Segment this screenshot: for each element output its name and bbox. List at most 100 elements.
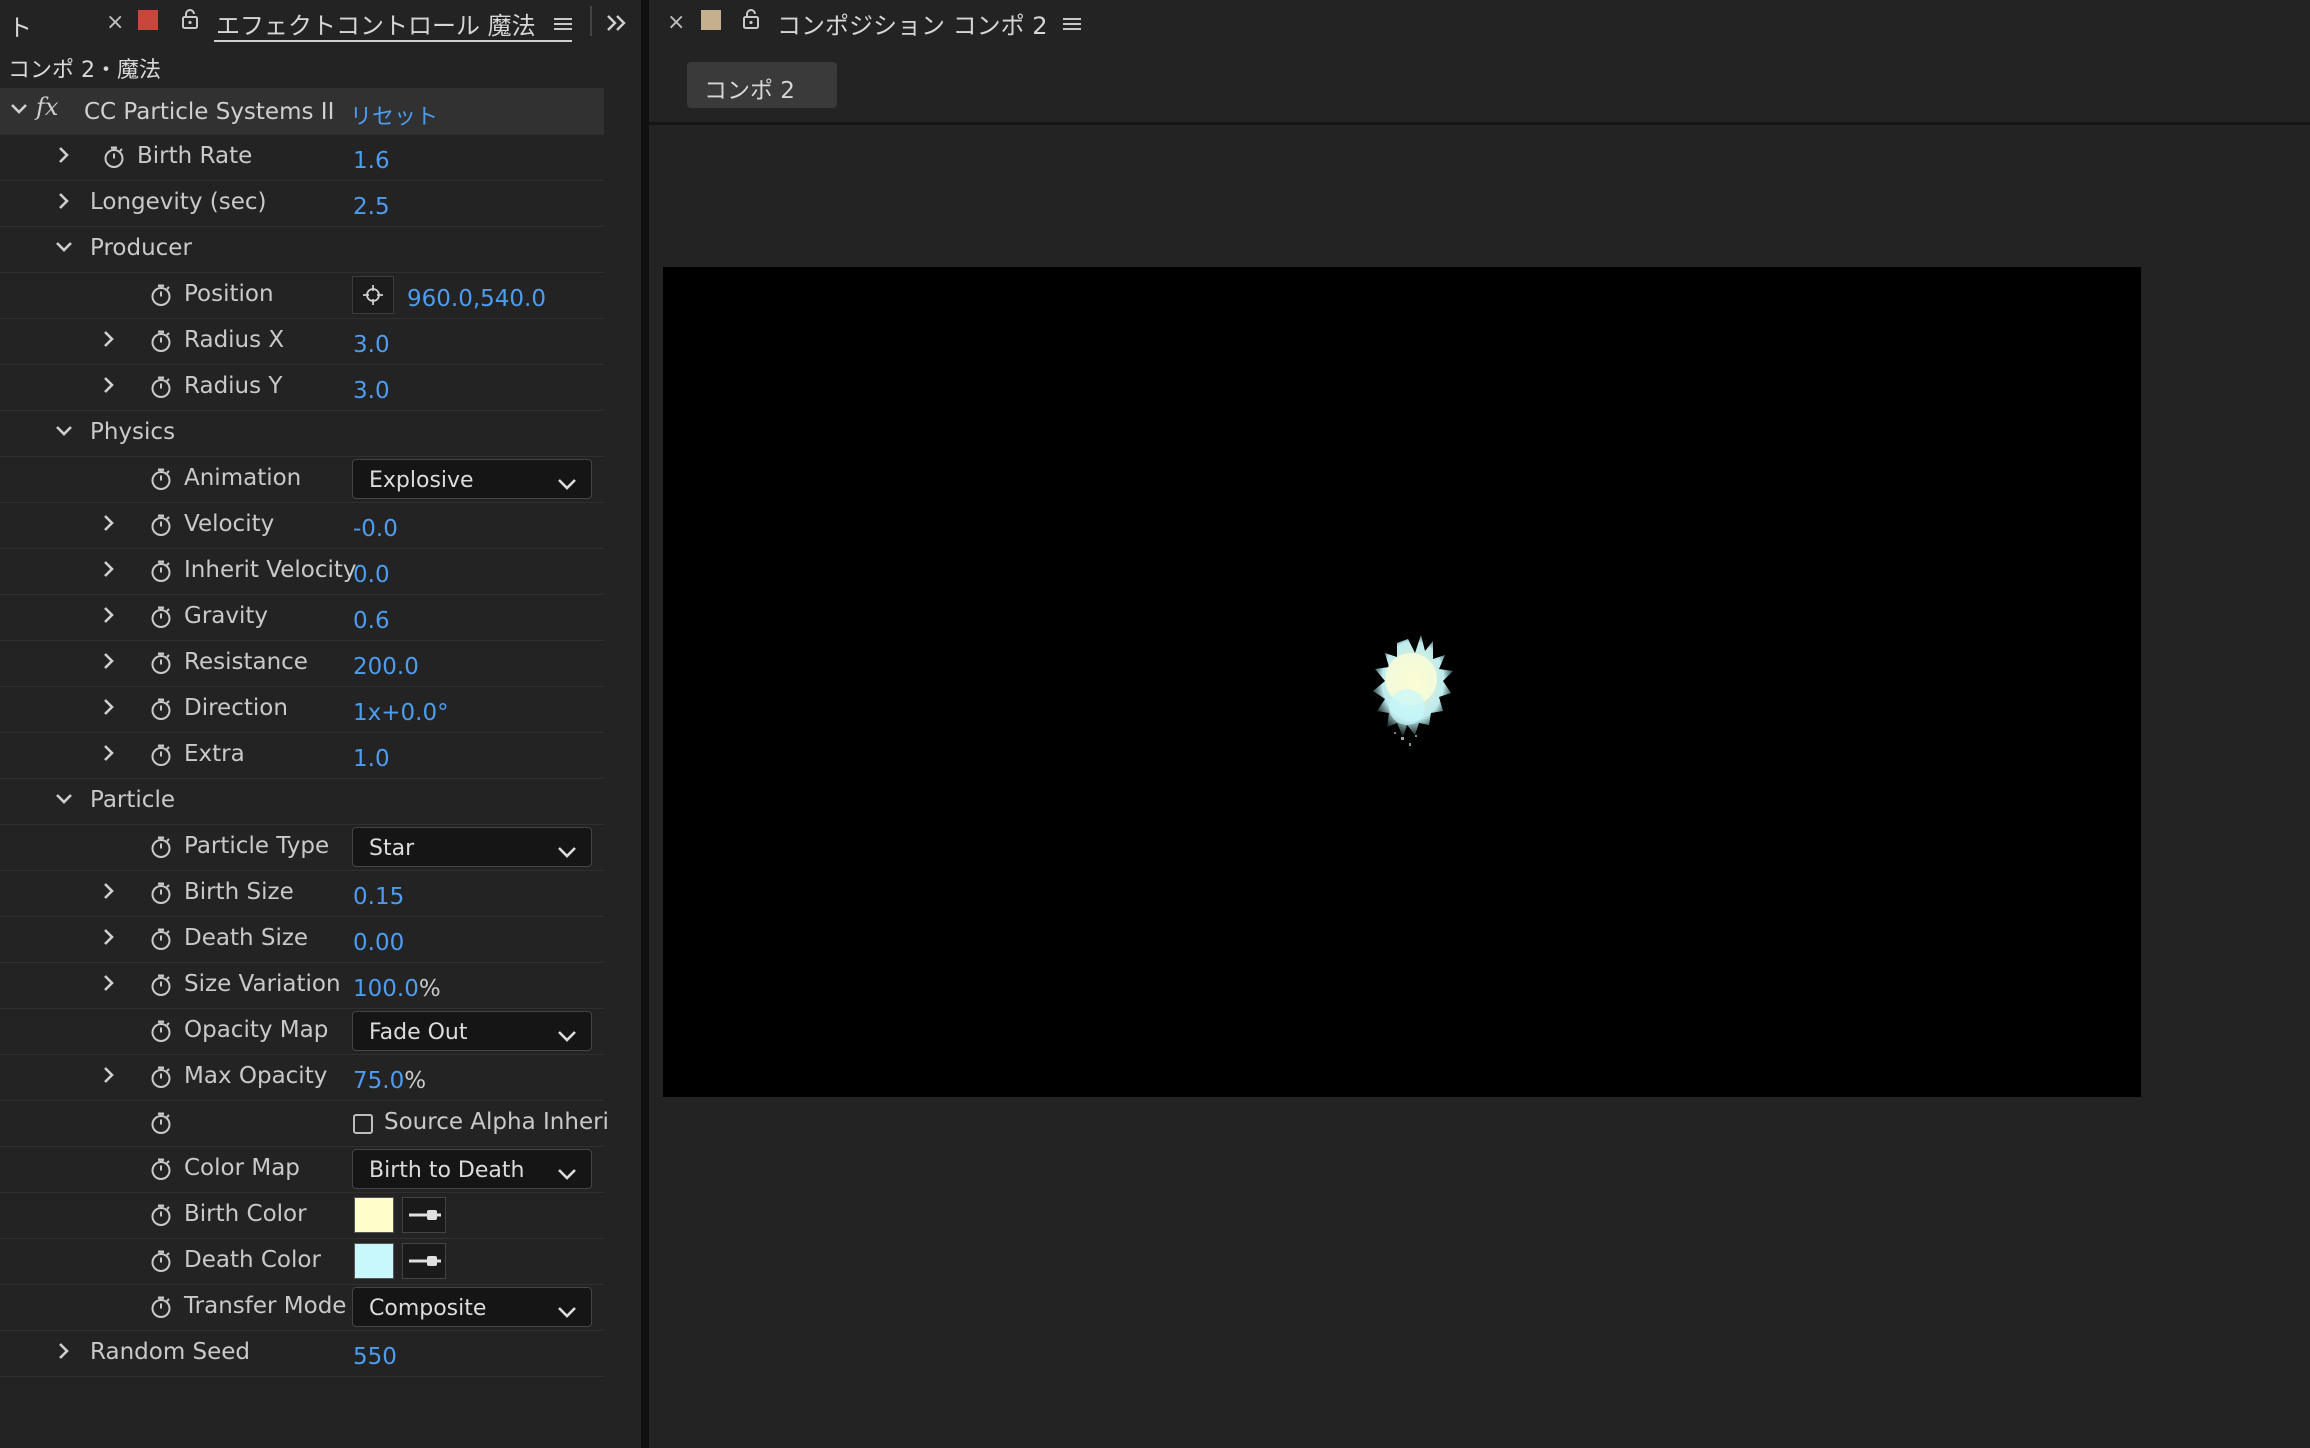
stopwatch-icon[interactable] — [149, 927, 173, 951]
reset-link[interactable]: リセット — [350, 99, 438, 131]
property-value[interactable]: 0.00 — [353, 930, 404, 956]
lock-icon[interactable] — [741, 8, 761, 30]
particle-type-dropdown[interactable]: Star — [352, 827, 592, 867]
chevron-right-icon[interactable] — [100, 606, 118, 624]
chevron-down-icon[interactable] — [55, 790, 73, 808]
chevron-right-icon[interactable] — [100, 652, 118, 670]
chevron-right-icon[interactable] — [100, 882, 118, 900]
crosshair-icon[interactable] — [352, 276, 394, 314]
property-row-particle[interactable]: Particle — [0, 778, 604, 825]
property-row-particle-type[interactable]: Particle Type Star — [0, 824, 604, 871]
fx-icon[interactable]: fx — [36, 93, 58, 121]
property-value[interactable]: 0.0 — [353, 562, 390, 588]
chevron-right-icon[interactable] — [100, 376, 118, 394]
color-swatch[interactable] — [354, 1197, 394, 1233]
opacity-map-dropdown[interactable]: Fade Out — [352, 1011, 592, 1051]
label-color-swatch[interactable] — [701, 10, 721, 30]
stopwatch-icon[interactable] — [149, 1019, 173, 1043]
chevron-right-icon[interactable] — [100, 698, 118, 716]
property-row-birth-rate[interactable]: Birth Rate 1.6 — [0, 134, 604, 181]
close-tab-icon[interactable]: × — [106, 10, 124, 35]
property-value[interactable]: 1x+0.0° — [353, 700, 449, 726]
close-tab-icon[interactable]: × — [667, 10, 685, 35]
property-row-birth-size[interactable]: Birth Size 0.15 — [0, 870, 604, 917]
property-value[interactable]: 3.0 — [353, 332, 390, 358]
property-row-birth-color[interactable]: Birth Color — [0, 1192, 604, 1239]
property-value[interactable]: 200.0 — [353, 654, 419, 680]
label-color-swatch[interactable] — [138, 10, 158, 30]
property-row-longevity-sec[interactable]: Longevity (sec) 2.5 — [0, 180, 604, 227]
stopwatch-icon[interactable] — [149, 559, 173, 583]
stopwatch-icon[interactable] — [149, 1249, 173, 1273]
panel-divider[interactable] — [641, 0, 649, 1448]
property-value[interactable]: 0.15 — [353, 884, 404, 910]
property-row-extra[interactable]: Extra 1.0 — [0, 732, 604, 779]
chevron-down-icon[interactable] — [55, 238, 73, 256]
stopwatch-icon[interactable] — [149, 1157, 173, 1181]
chevron-right-icon[interactable] — [100, 514, 118, 532]
composition-tab-title[interactable]: コンポジション コンポ 2 — [777, 6, 1048, 41]
stopwatch-icon[interactable] — [149, 1295, 173, 1319]
stopwatch-icon[interactable] — [149, 743, 173, 767]
property-value[interactable]: 550 — [353, 1344, 397, 1370]
stopwatch-icon[interactable] — [149, 881, 173, 905]
color-map-dropdown[interactable]: Birth to Death — [352, 1149, 592, 1189]
stopwatch-icon[interactable] — [149, 375, 173, 399]
property-row-size-variation[interactable]: Size Variation 100.0% — [0, 962, 604, 1009]
chevron-right-icon[interactable] — [55, 146, 73, 164]
property-row-inherit-velocity[interactable]: Inherit Velocity 0.0 — [0, 548, 604, 595]
stopwatch-icon[interactable] — [149, 1203, 173, 1227]
property-value[interactable]: 2.5 — [353, 194, 390, 220]
property-row-velocity[interactable]: Velocity -0.0 — [0, 502, 604, 549]
stopwatch-icon[interactable] — [149, 467, 173, 491]
stopwatch-icon[interactable] — [149, 1111, 173, 1135]
property-row-producer[interactable]: Producer — [0, 226, 604, 273]
property-row-opacity-map[interactable]: Opacity Map Fade Out — [0, 1008, 604, 1055]
property-row-direction[interactable]: Direction 1x+0.0° — [0, 686, 604, 733]
property-value[interactable]: 75.0% — [353, 1068, 426, 1094]
animation-dropdown[interactable]: Explosive — [352, 459, 592, 499]
property-row-gravity[interactable]: Gravity 0.6 — [0, 594, 604, 641]
effect-controls-tab-title[interactable]: エフェクトコントロール 魔法 — [216, 6, 536, 41]
property-value[interactable]: 960.0,540.0 — [407, 286, 546, 312]
stopwatch-icon[interactable] — [102, 145, 126, 169]
stopwatch-icon[interactable] — [149, 329, 173, 353]
property-row-physics[interactable]: Physics — [0, 410, 604, 457]
chevron-down-icon[interactable] — [55, 422, 73, 440]
eyedropper-icon[interactable] — [402, 1243, 446, 1279]
property-row-random-seed[interactable]: Random Seed 550 — [0, 1330, 604, 1377]
comp-breadcrumb-tab[interactable]: コンポ 2 — [687, 62, 837, 108]
property-value[interactable]: 3.0 — [353, 378, 390, 404]
stopwatch-icon[interactable] — [149, 513, 173, 537]
property-row-transfer-mode[interactable]: Transfer Mode Composite — [0, 1284, 604, 1331]
eyedropper-icon[interactable] — [402, 1197, 446, 1233]
chevron-right-icon[interactable] — [100, 928, 118, 946]
panel-menu-icon[interactable] — [554, 12, 572, 30]
property-row-radius-x[interactable]: Radius X 3.0 — [0, 318, 604, 365]
property-value[interactable]: 1.0 — [353, 746, 390, 772]
transfer-mode-dropdown[interactable]: Composite — [352, 1287, 592, 1327]
property-row-death-color[interactable]: Death Color — [0, 1238, 604, 1285]
composition-canvas[interactable] — [663, 267, 2141, 1097]
stopwatch-icon[interactable] — [149, 651, 173, 675]
stopwatch-icon[interactable] — [149, 835, 173, 859]
property-row-death-size[interactable]: Death Size 0.00 — [0, 916, 604, 963]
property-row-radius-y[interactable]: Radius Y 3.0 — [0, 364, 604, 411]
property-row-position[interactable]: Position 960.0,540.0 — [0, 272, 604, 319]
property-value[interactable]: 0.6 — [353, 608, 390, 634]
stopwatch-icon[interactable] — [149, 283, 173, 307]
color-swatch[interactable] — [354, 1243, 394, 1279]
chevron-right-icon[interactable] — [100, 560, 118, 578]
property-value[interactable]: -0.0 — [353, 516, 398, 542]
chevron-down-icon[interactable] — [10, 100, 28, 118]
lock-icon[interactable] — [180, 8, 200, 30]
property-row-animation[interactable]: Animation Explosive — [0, 456, 604, 503]
chevron-right-icon[interactable] — [100, 330, 118, 348]
property-row-color-map[interactable]: Color Map Birth to Death — [0, 1146, 604, 1193]
chevron-right-icon[interactable] — [55, 192, 73, 210]
double-chevron-icon[interactable] — [606, 12, 628, 31]
chevron-right-icon[interactable] — [55, 1342, 73, 1360]
property-row-resistance[interactable]: Resistance 200.0 — [0, 640, 604, 687]
property-value[interactable]: 100.0% — [353, 976, 441, 1002]
previous-tab-stub[interactable]: ト — [8, 8, 32, 43]
